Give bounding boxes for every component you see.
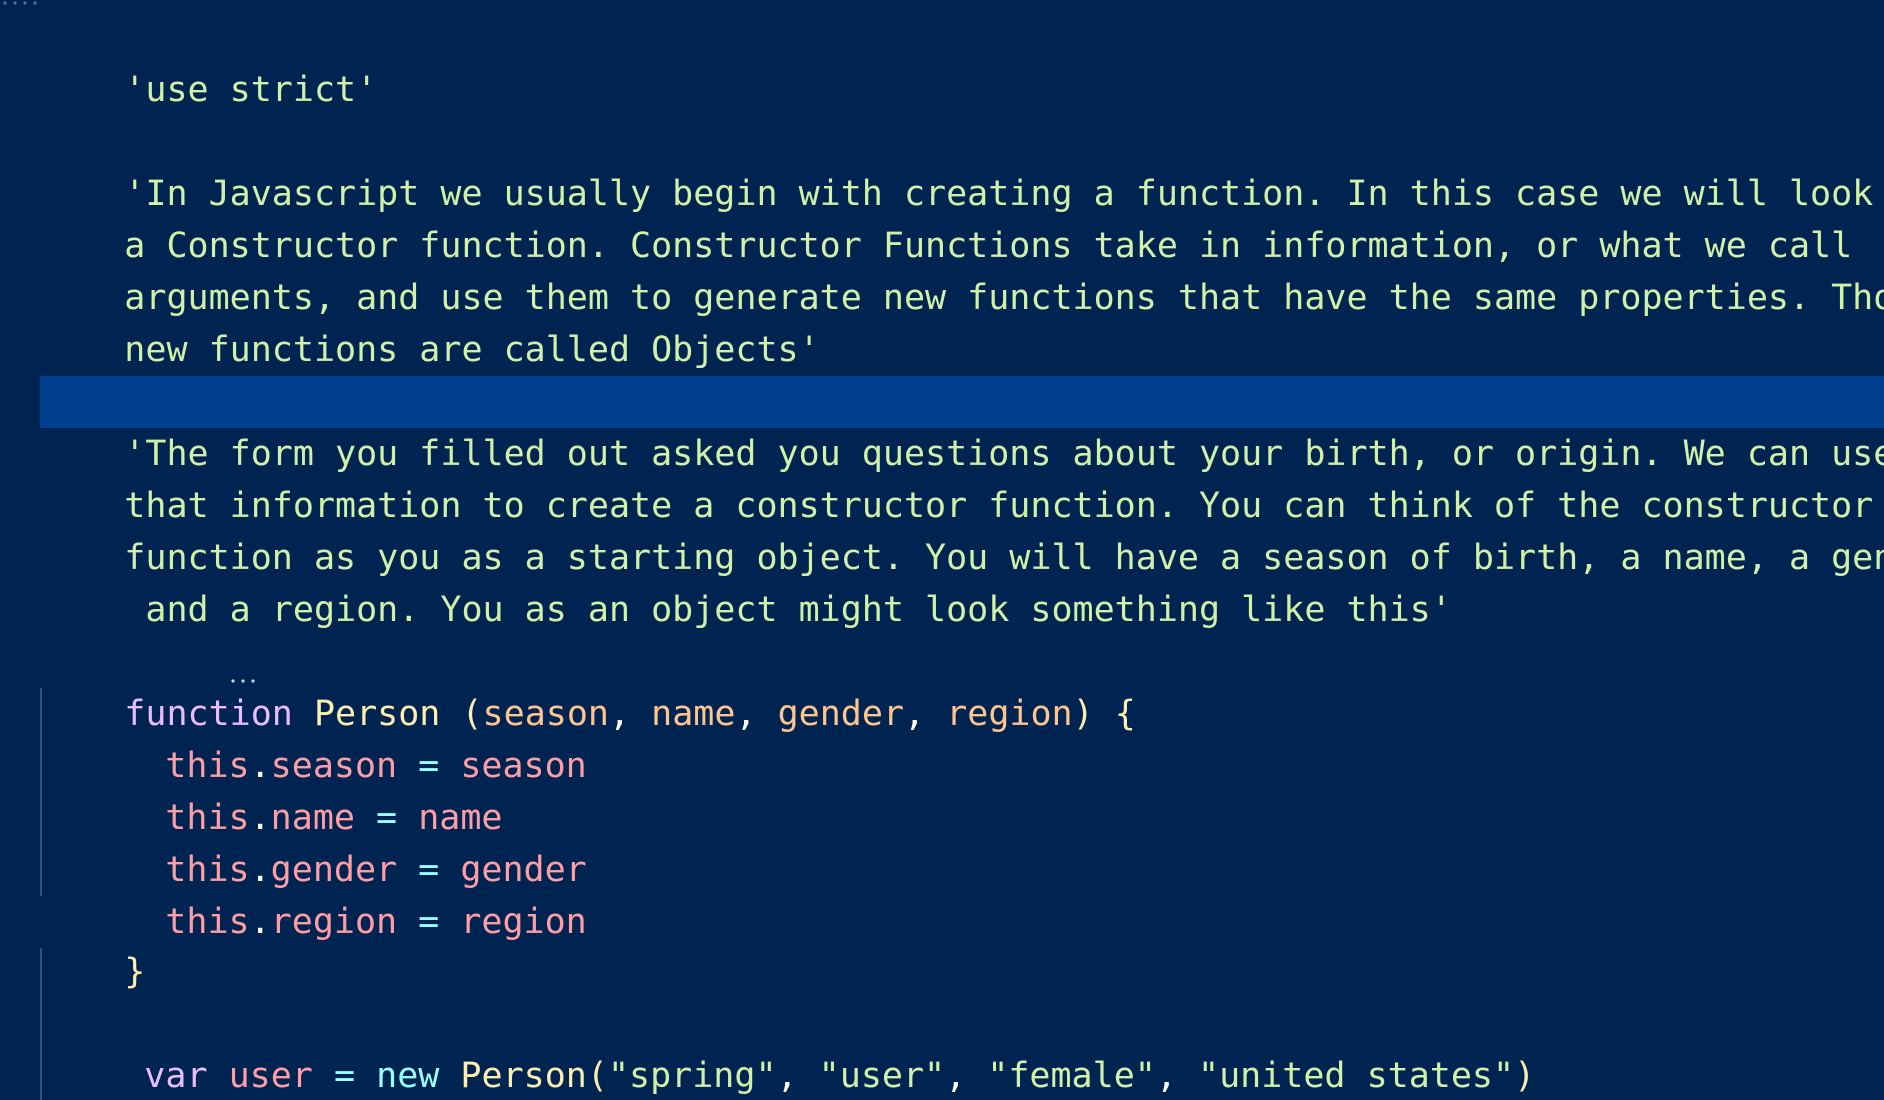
code-line-var-user: var user = new Person("spring", "user", … xyxy=(144,1056,1536,1096)
code-line-this-season: this.season = season xyxy=(165,746,587,786)
fold-indicator-icon xyxy=(0,0,40,6)
code-line-close-brace: } xyxy=(40,894,1884,992)
code-line-comment1-1: 'In Javascript we usually begin with cre… xyxy=(40,116,1884,214)
use-strict-string: 'use strict' xyxy=(124,70,378,110)
code-line-this-region: this.region = region xyxy=(165,902,587,942)
code-line-comment1-2: a Constructor function. Constructor Func… xyxy=(40,168,1884,266)
assign-operator: = xyxy=(333,1056,356,1096)
code-line-comment1-3: arguments, and use them to generate new … xyxy=(40,220,1884,318)
comment-text: new functions are called Objects' xyxy=(124,330,820,370)
close-brace: } xyxy=(124,952,146,992)
code-line-use-strict: 'use strict' xyxy=(40,12,1884,110)
code-editor[interactable]: 'use strict' 'In Javascript we usually b… xyxy=(0,0,1884,1100)
arg-string: "female" xyxy=(987,1056,1156,1096)
constructor-call: Person xyxy=(460,1056,587,1096)
code-line-comment1-4: new functions are called Objects' xyxy=(40,272,1884,370)
code-line-comment2-2: that information to create a constructor… xyxy=(40,428,1884,526)
arg-string: "united states" xyxy=(1198,1056,1515,1096)
arg-string: "spring" xyxy=(607,1056,777,1096)
arg-string: "user" xyxy=(818,1056,946,1096)
code-line-current: 'The form you filled out asked you quest… xyxy=(40,376,1884,474)
code-line-comment2-4: and a region. You as an object might loo… xyxy=(40,532,1884,630)
close-paren: ) xyxy=(1514,1056,1536,1096)
variable-user: user xyxy=(228,1056,313,1096)
var-keyword: var xyxy=(144,1056,208,1096)
indent-guide xyxy=(40,688,42,896)
comment-text: and a region. You as an object might loo… xyxy=(124,590,1452,630)
code-line-function-declaration: function Person (season, name, gender, r… xyxy=(124,694,1136,734)
code-line-this-name: this.name = name xyxy=(165,798,503,838)
open-paren: ( xyxy=(586,1056,608,1096)
hint-dots-icon[interactable] xyxy=(228,678,258,684)
code-line-this-gender: this.gender = gender xyxy=(165,850,587,890)
code-line-comment2-3: function as you as a starting object. Yo… xyxy=(40,480,1884,578)
new-keyword: new xyxy=(376,1056,440,1096)
indent-guide xyxy=(40,948,42,1100)
